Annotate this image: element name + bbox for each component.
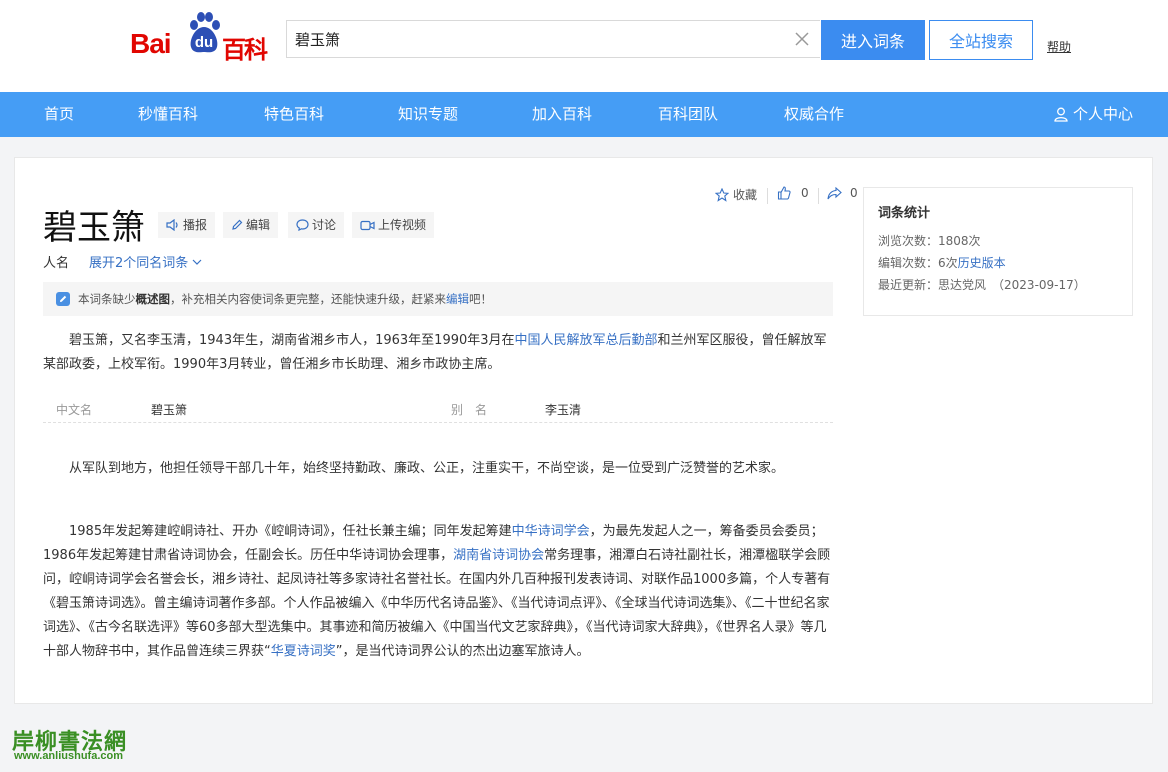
header: Bai du 百科 进入词条 全站搜索 帮助 xyxy=(0,0,1168,92)
discuss-button[interactable]: 讨论 xyxy=(288,212,345,238)
upload-video-button[interactable]: 上传视频 xyxy=(352,212,435,238)
nav-item-home[interactable]: 首页 xyxy=(44,92,74,137)
updated-label: 最近更新： xyxy=(878,278,939,292)
views-label: 浏览次数： xyxy=(878,234,939,248)
expand-homonyms-label: 展开2个同名词条 xyxy=(89,256,189,271)
favorite-label: 收藏 xyxy=(733,188,758,202)
help-link[interactable]: 帮助 xyxy=(1047,38,1071,55)
missing-image-notice: 本词条缺少 概述图 ，补充相关内容使词条更完整，还能快速升级，赶紧来 编辑 吧！ xyxy=(43,282,833,316)
thumbs-up-icon xyxy=(777,186,791,200)
edits-count: 6次 xyxy=(938,256,958,270)
nav-item-topics[interactable]: 知识专题 xyxy=(398,92,458,137)
notice-text-2: ，补充相关内容使词条更完整，还能快速升级，赶紧来 xyxy=(170,292,446,306)
like-count: 0 xyxy=(801,186,809,200)
stats-title: 词条统计 xyxy=(878,206,931,221)
pencil-icon xyxy=(232,219,243,230)
info-key-chinese-name: 中文名 xyxy=(56,403,93,417)
history-version-link[interactable]: 历史版本 xyxy=(958,256,1006,270)
huaxia-poetry-award-link[interactable]: 华夏诗词奖 xyxy=(271,644,336,659)
watermark-url: www.anliushufa.com xyxy=(14,750,123,762)
upload-video-label: 上传视频 xyxy=(378,218,427,232)
search-box xyxy=(286,20,820,58)
chevron-down-icon xyxy=(192,259,202,265)
favorite-button[interactable]: 收藏 xyxy=(715,186,757,203)
discuss-label: 讨论 xyxy=(312,218,337,232)
nav-item-cooperation[interactable]: 权威合作 xyxy=(784,92,844,137)
stats-updated: 最近更新：思达党风 （2023-09-17） xyxy=(878,276,1086,293)
share-icon xyxy=(827,186,842,199)
poetry-text-1: 1985年发起筹建崆峒诗社、开办《崆峒诗词》，任社长兼主编；同年发起筹建 xyxy=(69,524,512,539)
nav-item-featured[interactable]: 特色百科 xyxy=(264,92,324,137)
nav-user-label: 个人中心 xyxy=(1073,105,1134,123)
divider xyxy=(818,188,819,204)
nav-item-miaodong[interactable]: 秒懂百科 xyxy=(138,92,198,137)
edit-button[interactable]: 编辑 xyxy=(223,212,279,238)
nav-item-team[interactable]: 百科团队 xyxy=(658,92,718,137)
info-value-alias: 李玉清 xyxy=(545,403,582,417)
divider xyxy=(767,188,768,204)
chat-bubble-icon xyxy=(296,219,309,231)
pla-logistics-link[interactable]: 中国人民解放军总后勤部 xyxy=(515,333,658,348)
notice-text-3: 吧！ xyxy=(469,292,492,306)
info-divider xyxy=(43,422,833,423)
site-search-button[interactable]: 全站搜索 xyxy=(929,20,1033,60)
edit-label: 编辑 xyxy=(246,218,271,232)
nav-item-join[interactable]: 加入百科 xyxy=(532,92,592,137)
main-navbar: 首页 秒懂百科 特色百科 知识专题 加入百科 百科团队 权威合作 个人中心 xyxy=(0,92,1168,137)
edit-pen-icon xyxy=(56,292,70,306)
hunan-poetry-association-link[interactable]: 湖南省诗词协会 xyxy=(453,548,544,563)
baidu-baike-logo[interactable]: Bai du 百科 xyxy=(130,12,280,64)
entry-category: 人名 xyxy=(43,256,70,271)
enter-entry-button[interactable]: 进入词条 xyxy=(821,20,925,60)
edits-label: 编辑次数： xyxy=(878,256,939,270)
close-icon[interactable] xyxy=(794,31,810,47)
star-icon xyxy=(715,187,729,202)
info-key-alias: 别 名 xyxy=(451,403,488,417)
poetry-paragraph: 1985年发起筹建崆峒诗社、开办《崆峒诗词》，任社长兼主编；同年发起筹建中华诗词… xyxy=(43,520,833,664)
entry-title: 碧玉箫 xyxy=(43,208,145,248)
speaker-icon xyxy=(166,219,178,231)
share-count: 0 xyxy=(850,186,858,200)
poetry-text-4: ”，是当代诗词界公认的杰出边塞军旅诗人。 xyxy=(335,644,590,659)
notice-text-1: 本词条缺少 xyxy=(78,292,136,306)
nav-user-center[interactable]: 个人中心 xyxy=(1054,92,1133,137)
broadcast-label: 播报 xyxy=(183,218,208,232)
notice-edit-link[interactable]: 编辑 xyxy=(446,291,469,307)
search-input[interactable] xyxy=(295,21,775,57)
notice-bold-overview-image: 概述图 xyxy=(135,292,171,306)
expand-homonyms-link[interactable]: 展开2个同名词条 xyxy=(89,252,202,271)
intro-text-1: 碧玉箫，又名李玉清，1943年生，湖南省湘乡市人，1963年至1990年3月在 xyxy=(69,333,515,348)
updated-date: （2023-09-17） xyxy=(992,278,1086,292)
stats-edits: 编辑次数：6次历史版本 xyxy=(878,254,1006,271)
like-button[interactable]: 0 xyxy=(777,186,809,200)
logo-bai-text: Bai xyxy=(130,28,172,59)
career-paragraph: 从军队到地方，他担任领导干部几十年，始终坚持勤政、廉政、公正，注重实干，不尚空谈… xyxy=(69,461,785,476)
intro-paragraph: 碧玉箫，又名李玉清，1943年生，湖南省湘乡市人，1963年至1990年3月在中… xyxy=(43,329,833,377)
stats-views: 浏览次数：1808次 xyxy=(878,232,981,249)
info-value-chinese-name: 碧玉箫 xyxy=(151,403,188,417)
views-count: 1808次 xyxy=(938,234,981,248)
poetry-text-3: 常务理事，湘潭白石诗社副社长，湘潭楹联学会顾问，崆峒诗词学会名誉会长，湘乡诗社、… xyxy=(43,548,831,659)
logo-du-text: du xyxy=(194,34,214,51)
video-camera-icon xyxy=(360,220,375,230)
entry-stats-panel: 词条统计 浏览次数：1808次 编辑次数：6次历史版本 最近更新：思达党风 （20… xyxy=(863,187,1133,316)
updated-by: 思达党风 xyxy=(938,278,987,292)
broadcast-button[interactable]: 播报 xyxy=(158,212,216,238)
user-icon xyxy=(1054,107,1068,122)
share-button[interactable]: 0 xyxy=(827,186,858,200)
china-poetry-society-link[interactable]: 中华诗词学会 xyxy=(512,524,590,539)
logo-baike-text: 百科 xyxy=(222,36,268,64)
